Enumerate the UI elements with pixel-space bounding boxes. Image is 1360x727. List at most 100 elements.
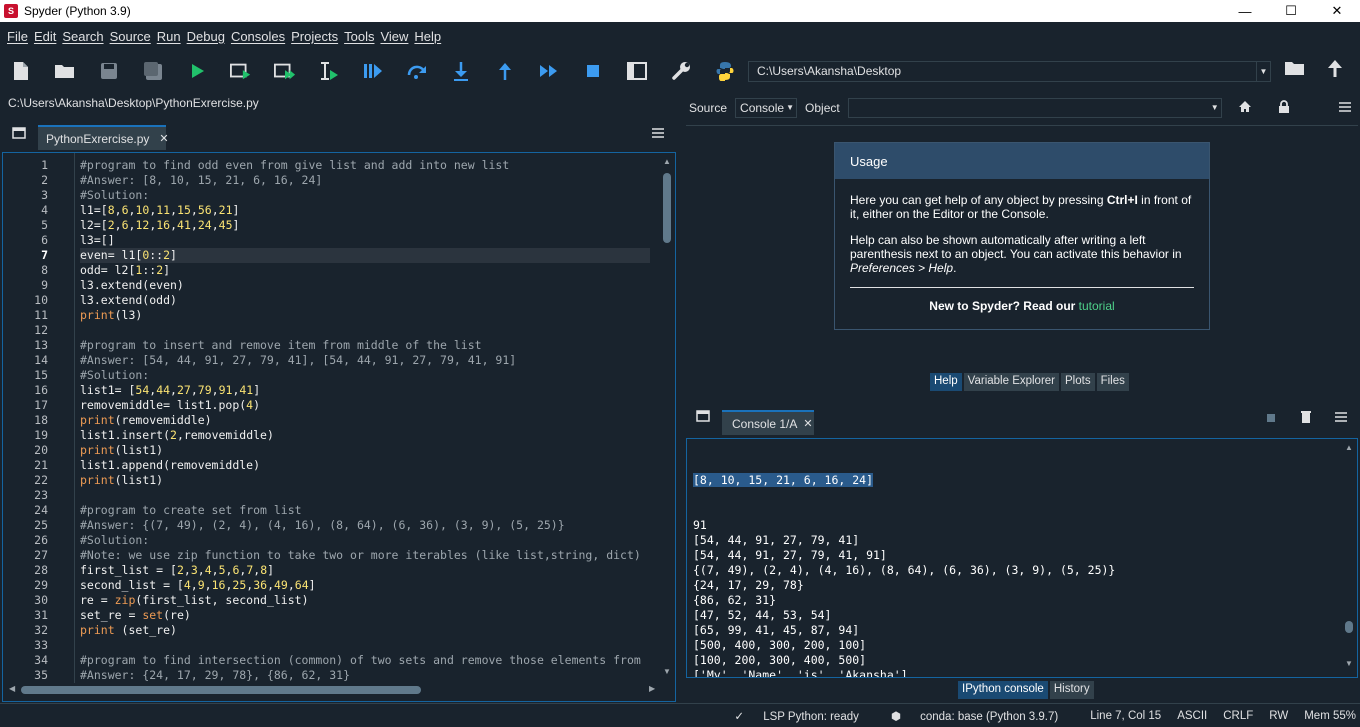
tab-plots[interactable]: Plots: [1061, 373, 1095, 391]
code-line[interactable]: [80, 323, 650, 338]
code-line[interactable]: print(list1): [80, 473, 650, 488]
code-line[interactable]: l2=[2,6,12,16,41,24,45]: [80, 218, 650, 233]
close-window-button[interactable]: ✕: [1314, 0, 1360, 22]
code-line[interactable]: #Answer: [54, 44, 91, 27, 79, 41], [54, …: [80, 353, 650, 368]
code-line[interactable]: #Answer: [8, 10, 15, 21, 6, 16, 24]: [80, 173, 650, 188]
console-text[interactable]: [8, 10, 15, 21, 6, 16, 24] 91 [54, 44, 91…: [693, 443, 1302, 677]
scroll-up-arrow-icon[interactable]: ▲: [1345, 443, 1353, 452]
code-line[interactable]: #Note: we use zip function to take two o…: [80, 548, 650, 563]
preferences-wrench-icon[interactable]: [670, 60, 692, 82]
scroll-thumb[interactable]: [663, 173, 671, 243]
console-vertical-scrollbar[interactable]: ▲ ▼: [1343, 443, 1355, 673]
menu-consoles[interactable]: Consoles: [228, 29, 288, 44]
code-line[interactable]: print(l3): [80, 308, 650, 323]
code-line[interactable]: removemiddle= list1.pop(4): [80, 398, 650, 413]
tab-ipython-console[interactable]: IPython console: [958, 681, 1048, 699]
menu-help[interactable]: Help: [411, 29, 444, 44]
clear-console-icon[interactable]: [1300, 409, 1312, 427]
menu-edit[interactable]: Edit: [31, 29, 59, 44]
new-file-icon[interactable]: [10, 60, 32, 82]
run-cell-icon[interactable]: [230, 60, 252, 82]
close-tab-icon[interactable]: ✕: [159, 132, 168, 145]
console-tab[interactable]: Console 1/A ✕: [722, 410, 814, 435]
scroll-down-arrow-icon[interactable]: ▼: [663, 667, 671, 676]
code-line[interactable]: second_list = [4,9,16,25,36,49,64]: [80, 578, 650, 593]
stop-kernel-icon[interactable]: [1266, 412, 1276, 426]
object-combo[interactable]: ▼: [847, 98, 1222, 118]
code-line[interactable]: l3.extend(odd): [80, 293, 650, 308]
stop-debug-icon[interactable]: [582, 60, 604, 82]
source-combo[interactable]: Console ▼: [735, 98, 798, 118]
code-line[interactable]: #program to insert and remove item from …: [80, 338, 650, 353]
code-line[interactable]: [80, 488, 650, 503]
scroll-left-arrow-icon[interactable]: ◀: [9, 684, 15, 693]
run-cell-advance-icon[interactable]: [274, 60, 296, 82]
code-line[interactable]: #program to find intersection (common) o…: [80, 653, 650, 668]
hamburger-menu-icon[interactable]: [1334, 411, 1348, 426]
code-line[interactable]: re = zip(first_list, second_list): [80, 593, 650, 608]
step-over-icon[interactable]: [406, 60, 428, 82]
browse-tabs-icon[interactable]: [12, 127, 26, 142]
menu-tools[interactable]: Tools: [341, 29, 377, 44]
code-line[interactable]: list1.append(removemiddle): [80, 458, 650, 473]
tab-files[interactable]: Files: [1096, 373, 1129, 391]
close-tab-icon[interactable]: ✕: [803, 417, 812, 430]
code-line[interactable]: odd= l2[1::2]: [80, 263, 650, 278]
scroll-down-arrow-icon[interactable]: ▼: [1345, 659, 1353, 668]
code-line[interactable]: print(removemiddle): [80, 413, 650, 428]
minimize-button[interactable]: —: [1222, 0, 1268, 22]
working-directory-combo[interactable]: C:\Users\Akansha\Desktop ▼: [748, 61, 1271, 82]
scroll-right-arrow-icon[interactable]: ▶: [649, 684, 655, 693]
hamburger-menu-icon[interactable]: [651, 127, 665, 142]
menu-source[interactable]: Source: [107, 29, 154, 44]
continue-icon[interactable]: [538, 60, 560, 82]
code-line[interactable]: print(list1): [80, 443, 650, 458]
browse-tabs-icon[interactable]: [696, 410, 710, 425]
home-icon[interactable]: [1238, 100, 1252, 116]
menu-search[interactable]: Search: [59, 29, 106, 44]
hamburger-menu-icon[interactable]: [1338, 101, 1352, 116]
hscroll-thumb[interactable]: [21, 686, 421, 694]
tab-variable-explorer[interactable]: Variable Explorer: [963, 373, 1060, 391]
code-area[interactable]: #program to find odd even from give list…: [80, 158, 650, 683]
menu-debug[interactable]: Debug: [184, 29, 228, 44]
editor-vertical-scrollbar[interactable]: ▲ ▼: [660, 155, 674, 683]
run-icon[interactable]: [186, 60, 208, 82]
menu-view[interactable]: View: [377, 29, 411, 44]
tab-history[interactable]: History: [1049, 681, 1094, 699]
scroll-thumb[interactable]: [1345, 621, 1353, 633]
save-icon[interactable]: [98, 60, 120, 82]
code-line[interactable]: #program to find odd even from give list…: [80, 158, 650, 173]
maximize-pane-icon[interactable]: [626, 60, 648, 82]
code-line[interactable]: #Solution:: [80, 533, 650, 548]
menu-projects[interactable]: Projects: [288, 29, 341, 44]
code-line[interactable]: list1= [54,44,27,79,91,41]: [80, 383, 650, 398]
maximize-button[interactable]: ☐: [1268, 0, 1314, 22]
editor-horizontal-scrollbar[interactable]: ◀ ▶: [7, 683, 659, 697]
menu-run[interactable]: Run: [154, 29, 184, 44]
tutorial-link[interactable]: tutorial: [1079, 299, 1115, 313]
code-line[interactable]: l3=[]: [80, 233, 650, 248]
code-line[interactable]: #Solution:: [80, 188, 650, 203]
code-line[interactable]: even= l1[0::2]: [80, 248, 650, 263]
code-line[interactable]: list1.insert(2,removemiddle): [80, 428, 650, 443]
code-line[interactable]: set_re = set(re): [80, 608, 650, 623]
ipython-console-output[interactable]: [8, 10, 15, 21, 6, 16, 24] 91 [54, 44, 91…: [686, 438, 1358, 678]
step-into-icon[interactable]: [450, 60, 472, 82]
code-line[interactable]: l3.extend(even): [80, 278, 650, 293]
code-line[interactable]: #Answer: {(7, 49), (2, 4), (4, 16), (8, …: [80, 518, 650, 533]
code-line[interactable]: #Answer: {24, 17, 29, 78}, {86, 62, 31}: [80, 668, 650, 683]
code-line[interactable]: #Solution:: [80, 368, 650, 383]
code-line[interactable]: #program to create set from list: [80, 503, 650, 518]
code-line[interactable]: print (set_re): [80, 623, 650, 638]
code-line[interactable]: l1=[8,6,10,11,15,56,21]: [80, 203, 650, 218]
debug-icon[interactable]: [362, 60, 384, 82]
code-line[interactable]: first_list = [2,3,4,5,6,7,8]: [80, 563, 650, 578]
scroll-up-arrow-icon[interactable]: ▲: [663, 157, 671, 166]
code-editor[interactable]: 1 2 3 4 5 6 7 8 9 10 11 12 13 14 15 16 17 18 19 20 21 22 23 24 2…: [2, 152, 676, 702]
browse-folder-icon[interactable]: [1284, 59, 1306, 77]
open-file-icon[interactable]: [54, 60, 76, 82]
step-return-icon[interactable]: [494, 60, 516, 82]
lock-icon[interactable]: [1278, 99, 1290, 117]
python-path-icon[interactable]: [714, 60, 736, 82]
